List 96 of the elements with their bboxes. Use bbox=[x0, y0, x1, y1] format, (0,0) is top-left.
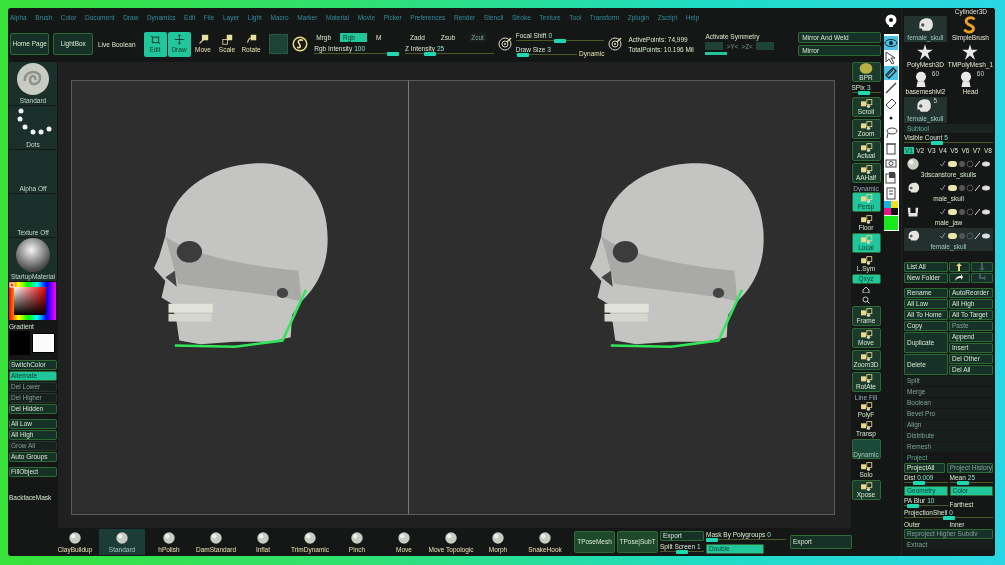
sphere-icon bbox=[68, 530, 82, 545]
slider-thumb[interactable] bbox=[517, 52, 530, 57]
tool-icon bbox=[859, 234, 873, 245]
slider-thumb[interactable] bbox=[387, 51, 399, 56]
skull-icon bbox=[906, 229, 920, 243]
scale-icon bbox=[221, 34, 233, 46]
blank-tile[interactable] bbox=[268, 34, 289, 54]
brush-target-icon[interactable] bbox=[608, 37, 623, 51]
paste-icon[interactable] bbox=[884, 170, 898, 185]
search-icon[interactable] bbox=[862, 296, 870, 304]
sphere-icon bbox=[209, 530, 223, 545]
tool-icon bbox=[859, 214, 873, 224]
slider-thumb[interactable] bbox=[907, 504, 920, 508]
tool-icon bbox=[859, 98, 873, 109]
split-screen-slider[interactable] bbox=[660, 549, 704, 554]
paint-icon[interactable] bbox=[884, 65, 898, 80]
mask-by-polygroups-slider[interactable] bbox=[706, 537, 786, 542]
skull-icon bbox=[916, 16, 935, 34]
tool-icon bbox=[859, 120, 873, 131]
folder-arrow-icon bbox=[977, 273, 988, 283]
sphere-icon bbox=[115, 530, 129, 545]
skull-icon bbox=[906, 181, 920, 195]
dist-slider[interactable] bbox=[904, 481, 948, 485]
color-picker[interactable] bbox=[9, 282, 56, 320]
document-canvas[interactable] bbox=[71, 80, 835, 515]
projection-shell-slider[interactable] bbox=[904, 516, 993, 520]
tool-icon bbox=[859, 164, 873, 175]
tool-icon bbox=[859, 193, 873, 204]
slider-thumb[interactable] bbox=[942, 516, 955, 520]
jaw-icon bbox=[906, 205, 920, 219]
tool-icon bbox=[859, 373, 873, 384]
rotate-icon bbox=[245, 34, 257, 46]
pa-blur-slider[interactable] bbox=[904, 504, 948, 508]
sphere-icon bbox=[13, 237, 53, 273]
sphere-icon bbox=[906, 157, 920, 171]
swirl-circle-icon[interactable] bbox=[292, 36, 309, 52]
tool-icon bbox=[859, 481, 873, 492]
sphere-icon bbox=[858, 63, 874, 74]
tool-icon bbox=[859, 420, 873, 430]
sphere-icon bbox=[538, 530, 552, 545]
trash-icon[interactable] bbox=[884, 140, 898, 155]
tool-icon bbox=[859, 142, 873, 153]
sphere-icon bbox=[397, 530, 411, 545]
arrow-icon bbox=[954, 262, 965, 272]
light-bulb-icon[interactable] bbox=[885, 14, 897, 28]
tool-icon bbox=[859, 461, 873, 471]
icon-button[interactable] bbox=[948, 262, 971, 272]
slider-thumb[interactable] bbox=[554, 38, 567, 43]
icon-button[interactable] bbox=[948, 273, 971, 283]
slider-thumb[interactable] bbox=[706, 537, 718, 542]
tool-icon bbox=[859, 307, 873, 318]
star-icon bbox=[961, 43, 980, 61]
visible-count-slider[interactable] bbox=[904, 141, 993, 145]
tool-icon bbox=[859, 255, 873, 265]
draw-size-slider[interactable] bbox=[515, 52, 578, 57]
subtool-toggles-icon[interactable] bbox=[939, 207, 991, 217]
eye-icon[interactable] bbox=[884, 35, 898, 50]
slider-thumb[interactable] bbox=[676, 549, 688, 554]
subtool-toggles-icon[interactable] bbox=[939, 231, 991, 241]
tool-icon bbox=[859, 401, 873, 411]
color-swatch[interactable] bbox=[9, 331, 30, 355]
sphere-icon bbox=[256, 530, 270, 545]
cursor-icon[interactable] bbox=[884, 50, 898, 65]
arrow-icon bbox=[977, 262, 988, 272]
subtool-toggles-icon[interactable] bbox=[939, 183, 991, 193]
symmetry-toggle-box[interactable] bbox=[755, 42, 774, 50]
clipboard-icon[interactable] bbox=[884, 185, 898, 200]
edit-icon bbox=[149, 34, 161, 46]
brush-target-icon[interactable] bbox=[497, 37, 512, 51]
color-swatch[interactable] bbox=[32, 333, 55, 353]
color-square-icon[interactable] bbox=[884, 215, 898, 230]
sphere-icon bbox=[444, 530, 458, 545]
subtool-toggles-icon[interactable] bbox=[939, 159, 991, 169]
focal-shift-slider[interactable] bbox=[515, 38, 605, 43]
mean-slider[interactable] bbox=[949, 481, 993, 485]
spix-slider[interactable] bbox=[851, 91, 881, 95]
slider-thumb[interactable] bbox=[913, 481, 926, 485]
sphere-icon bbox=[162, 530, 176, 545]
move-icon bbox=[197, 34, 209, 46]
sphere-icon bbox=[350, 530, 364, 545]
sphere-icon bbox=[491, 530, 505, 545]
rgb-intensity-slider[interactable] bbox=[314, 51, 399, 56]
color-swatches-icon[interactable] bbox=[884, 200, 898, 215]
star-icon bbox=[916, 43, 935, 61]
lasso-icon[interactable] bbox=[884, 125, 898, 140]
home-icon[interactable] bbox=[862, 286, 870, 293]
tool-icon bbox=[859, 351, 873, 362]
slider-thumb[interactable] bbox=[930, 141, 943, 145]
move-arrows-icon bbox=[173, 34, 185, 46]
sphere-icon bbox=[303, 530, 317, 545]
slider-thumb[interactable] bbox=[858, 91, 871, 95]
tool-icon bbox=[859, 329, 873, 340]
pen-icon[interactable] bbox=[884, 80, 898, 95]
slider-thumb[interactable] bbox=[957, 481, 970, 485]
symmetry-toggle-box[interactable] bbox=[705, 42, 724, 50]
slider-thumb[interactable] bbox=[424, 51, 437, 56]
